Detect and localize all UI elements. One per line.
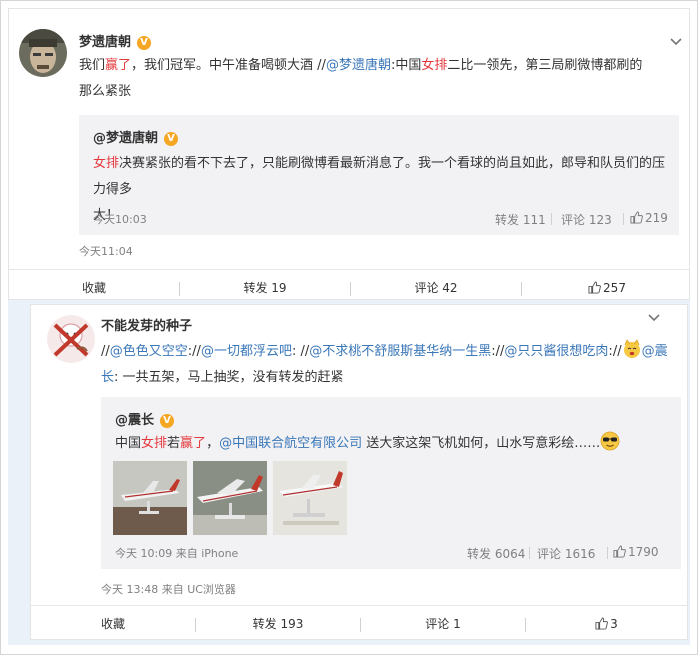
highlight-keyword[interactable]: 赢了 (180, 436, 206, 451)
post-text-segment: // (192, 344, 201, 359)
post-text-segment: ，我们冠军。中午准备喝顿大酒 // (131, 58, 326, 73)
photo-thumbnail[interactable] (193, 461, 267, 535)
quote-like-count[interactable]: 219 (630, 211, 668, 225)
chevron-down-icon[interactable] (669, 37, 683, 47)
post-text-segment: 我们 (79, 58, 106, 73)
thumbs-up-icon (630, 211, 643, 224)
mention-link[interactable]: @不求桃不舒服斯基华纳一生黑 (309, 344, 491, 359)
quote-text-segment: ， (206, 436, 220, 451)
sunglasses-emoji-icon (600, 431, 620, 451)
author-name[interactable]: 梦遗唐朝 V (79, 31, 152, 50)
quote-text: 中国女排若赢了，@中国联合航空有限公司 送大家这架飞机如何，山水写意彩绘…… (115, 431, 675, 457)
verified-badge-icon: V (137, 36, 152, 50)
like-button[interactable]: 3 (526, 606, 687, 642)
thumbs-up-icon (595, 617, 609, 630)
avatar[interactable] (47, 315, 95, 363)
post-text-segment: 二比一领先，第三局刷微博都刷的 (447, 58, 643, 73)
quote-repost-count[interactable]: 转发 111 (495, 211, 546, 228)
quote-like-count[interactable]: 1790 (613, 545, 659, 559)
post-text: //@色色又空空://@一切都浮云吧: //@不求桃不舒服斯基华纳一生黑://@… (101, 339, 681, 391)
quote-author-text[interactable]: @震长 (115, 413, 154, 428)
quote-text-segment: 决赛紧张的看不下去了，只能刷微博看最新消息了。我一个看球的尚且如此，郎导和队员们… (93, 156, 666, 197)
quote-timestamp[interactable]: 今天 10:09 来自 iPhone (115, 545, 238, 561)
quote-comment-count[interactable]: 评论 123 (561, 211, 612, 228)
quote-text-segment: 送大家这架飞机如何，山水写意彩绘…… (362, 436, 601, 451)
repost-chain: //@色色又空空://@一切都浮云吧: //@不求桃不舒服斯基华纳一生黑://@… (101, 344, 613, 359)
divider (529, 547, 530, 559)
post-timestamp[interactable]: 今天11:04 (79, 243, 133, 259)
mention-link[interactable]: @梦遗唐朝 (326, 58, 391, 73)
mention-link[interactable]: @只只酱很想吃肉 (504, 344, 608, 359)
photo-thumbnail[interactable] (273, 461, 347, 535)
quote-repost-count[interactable]: 转发 6064 (467, 545, 525, 562)
like-count-text: 1790 (628, 545, 659, 559)
like-count-text: 3 (610, 617, 618, 631)
highlight-keyword[interactable]: 女排 (421, 58, 447, 73)
highlight-keyword[interactable]: 赢了 (105, 58, 131, 73)
mention-link[interactable]: 长 (101, 370, 114, 385)
mention-link[interactable]: @中国联合航空有限公司 (219, 436, 362, 451)
divider (551, 213, 552, 225)
mention-link[interactable]: @震 (642, 344, 668, 359)
divider (607, 547, 608, 559)
post-text-segment: // (612, 344, 622, 359)
post-timestamp[interactable]: 今天 13:48 来自 UC浏览器 (101, 581, 236, 597)
reposted-quote: @震长 V 中国女排若赢了，@中国联合航空有限公司 送大家这架飞机如何，山水写意彩… (101, 397, 681, 569)
author-name[interactable]: 不能发芽的种子 (101, 315, 192, 334)
verified-badge-icon: V (164, 132, 179, 146)
repost-button[interactable]: 转发 193 (196, 606, 360, 642)
weibo-post: 不能发芽的种子 //@色色又空空://@一切都浮云吧: //@不求桃不舒服斯基华… (30, 304, 688, 640)
favorite-button[interactable]: 收藏 (31, 606, 195, 642)
cat-emoji-icon (623, 339, 640, 358)
highlight-keyword[interactable]: 女排 (141, 436, 167, 451)
quote-timestamp[interactable]: 今天10:03 (93, 211, 147, 227)
action-bar: 收藏 转发 193 评论 1 3 (31, 605, 687, 641)
post-text-segment: :中国 (390, 58, 422, 73)
avatar[interactable] (19, 29, 67, 77)
post-text: 我们赢了，我们冠军。中午准备喝顿大酒 //@梦遗唐朝:中国女排二比一领先，第三局… (79, 53, 679, 105)
mention-link[interactable]: @一切都浮云吧 (201, 344, 292, 359)
like-count-text: 219 (645, 211, 668, 225)
post-text-segment: : 一共五架，马上抽奖，没有转发的赶紧 (114, 370, 344, 385)
quote-text-segment: 中国 (115, 436, 142, 451)
thumbs-up-icon (588, 281, 601, 294)
verified-badge-icon: V (160, 414, 175, 428)
reposted-quote: @梦遗唐朝 V 女排决赛紧张的看不下去了，只能刷微博看最新消息了。我一个看球的尚且… (79, 115, 679, 235)
quote-author[interactable]: @梦遗唐朝 V (93, 127, 179, 146)
quote-author[interactable]: @震长 V (115, 409, 175, 428)
divider (623, 213, 624, 225)
mention-link[interactable]: @色色又空空 (110, 344, 188, 359)
like-count-text: 257 (603, 281, 626, 295)
comment-button[interactable]: 评论 1 (361, 606, 525, 642)
post-text-segment: // (101, 344, 110, 359)
post-text-segment: : // (291, 344, 310, 359)
chevron-down-icon[interactable] (647, 313, 661, 323)
quote-author-text[interactable]: @梦遗唐朝 (93, 131, 158, 146)
photo-thumbnail[interactable] (113, 461, 187, 535)
author-name-text[interactable]: 梦遗唐朝 (79, 35, 131, 50)
quote-text-segment: 若 (167, 436, 181, 451)
highlight-keyword[interactable]: 女排 (93, 156, 119, 171)
weibo-post: 梦遗唐朝 V 我们赢了，我们冠军。中午准备喝顿大酒 //@梦遗唐朝:中国女排二比一… (8, 8, 690, 300)
thumbs-up-icon (613, 545, 626, 558)
post-text-segment: 那么紧张 (79, 84, 132, 99)
quote-comment-count[interactable]: 评论 1616 (537, 545, 595, 562)
